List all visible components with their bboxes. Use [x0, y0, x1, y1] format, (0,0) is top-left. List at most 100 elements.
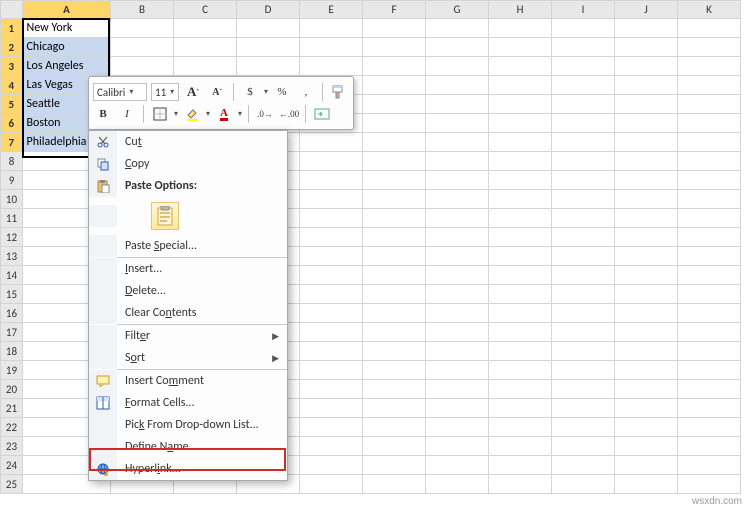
cell-J11[interactable]	[615, 209, 678, 228]
row-header-6[interactable]: 6	[1, 114, 23, 133]
bold-button[interactable]: B	[93, 105, 113, 123]
cell-G25[interactable]	[426, 475, 489, 494]
row-header-12[interactable]: 12	[1, 228, 23, 247]
cell-H4[interactable]	[489, 76, 552, 95]
cell-I15[interactable]	[552, 285, 615, 304]
cell-J9[interactable]	[615, 171, 678, 190]
cell-K25[interactable]	[678, 475, 741, 494]
font-color-button[interactable]: A	[214, 105, 234, 123]
select-all-corner[interactable]	[1, 1, 23, 19]
col-header-D[interactable]: D	[237, 1, 300, 19]
font-size-select[interactable]: 11▾	[151, 83, 179, 101]
cell-E8[interactable]	[300, 152, 363, 171]
col-header-A[interactable]: A	[23, 1, 111, 19]
menu-paste-default[interactable]	[89, 197, 287, 235]
cell-F24[interactable]	[363, 456, 426, 475]
cell-F3[interactable]	[363, 57, 426, 76]
cell-A2[interactable]: Chicago	[23, 38, 111, 57]
cell-E2[interactable]	[300, 38, 363, 57]
font-family-select[interactable]: Calibri▾	[93, 83, 147, 101]
cell-K23[interactable]	[678, 437, 741, 456]
cell-F22[interactable]	[363, 418, 426, 437]
cell-G19[interactable]	[426, 361, 489, 380]
cell-F19[interactable]	[363, 361, 426, 380]
cell-I6[interactable]	[552, 114, 615, 133]
cell-I24[interactable]	[552, 456, 615, 475]
row-header-21[interactable]: 21	[1, 399, 23, 418]
cell-K19[interactable]	[678, 361, 741, 380]
cell-F5[interactable]	[363, 95, 426, 114]
cell-F10[interactable]	[363, 190, 426, 209]
cell-E19[interactable]	[300, 361, 363, 380]
format-painter-button[interactable]	[329, 83, 349, 101]
cell-G9[interactable]	[426, 171, 489, 190]
cell-I16[interactable]	[552, 304, 615, 323]
row-header-23[interactable]: 23	[1, 437, 23, 456]
cell-F25[interactable]	[363, 475, 426, 494]
cell-J6[interactable]	[615, 114, 678, 133]
cell-J15[interactable]	[615, 285, 678, 304]
cell-H17[interactable]	[489, 323, 552, 342]
cell-D1[interactable]	[237, 19, 300, 38]
cell-D3[interactable]	[237, 57, 300, 76]
cell-J5[interactable]	[615, 95, 678, 114]
col-header-K[interactable]: K	[678, 1, 741, 19]
cell-E17[interactable]	[300, 323, 363, 342]
cell-J14[interactable]	[615, 266, 678, 285]
decrease-decimal-button[interactable]: .0→	[255, 105, 275, 123]
menu-insert[interactable]: Insert...	[89, 258, 287, 280]
cell-E16[interactable]	[300, 304, 363, 323]
cell-E10[interactable]	[300, 190, 363, 209]
row-header-3[interactable]: 3	[1, 57, 23, 76]
row-header-18[interactable]: 18	[1, 342, 23, 361]
cell-I13[interactable]	[552, 247, 615, 266]
cell-H12[interactable]	[489, 228, 552, 247]
cell-J20[interactable]	[615, 380, 678, 399]
cell-G10[interactable]	[426, 190, 489, 209]
currency-button[interactable]: $	[240, 83, 260, 101]
row-header-8[interactable]: 8	[1, 152, 23, 171]
cell-E20[interactable]	[300, 380, 363, 399]
cell-I17[interactable]	[552, 323, 615, 342]
cell-G13[interactable]	[426, 247, 489, 266]
menu-pick-from-list[interactable]: Pick From Drop-down List...	[89, 414, 287, 436]
increase-decimal-button[interactable]: ←.00	[279, 105, 299, 123]
cell-I23[interactable]	[552, 437, 615, 456]
cell-J17[interactable]	[615, 323, 678, 342]
cell-I20[interactable]	[552, 380, 615, 399]
menu-insert-comment[interactable]: Insert Comment	[89, 370, 287, 392]
cell-E9[interactable]	[300, 171, 363, 190]
cell-J25[interactable]	[615, 475, 678, 494]
cell-G8[interactable]	[426, 152, 489, 171]
cell-J4[interactable]	[615, 76, 678, 95]
row-header-17[interactable]: 17	[1, 323, 23, 342]
cell-E12[interactable]	[300, 228, 363, 247]
cell-I12[interactable]	[552, 228, 615, 247]
cell-G6[interactable]	[426, 114, 489, 133]
col-header-F[interactable]: F	[363, 1, 426, 19]
row-header-16[interactable]: 16	[1, 304, 23, 323]
cell-K14[interactable]	[678, 266, 741, 285]
cell-K12[interactable]	[678, 228, 741, 247]
cell-J10[interactable]	[615, 190, 678, 209]
merge-button[interactable]	[312, 105, 332, 123]
cell-G5[interactable]	[426, 95, 489, 114]
cell-K5[interactable]	[678, 95, 741, 114]
cell-K18[interactable]	[678, 342, 741, 361]
fill-color-button[interactable]	[182, 105, 202, 123]
cell-C3[interactable]	[174, 57, 237, 76]
cell-K16[interactable]	[678, 304, 741, 323]
col-header-I[interactable]: I	[552, 1, 615, 19]
cell-K22[interactable]	[678, 418, 741, 437]
cell-K15[interactable]	[678, 285, 741, 304]
cell-G24[interactable]	[426, 456, 489, 475]
row-header-7[interactable]: 7	[1, 133, 23, 152]
cell-F23[interactable]	[363, 437, 426, 456]
cell-H19[interactable]	[489, 361, 552, 380]
cell-I8[interactable]	[552, 152, 615, 171]
cell-E24[interactable]	[300, 456, 363, 475]
cell-F11[interactable]	[363, 209, 426, 228]
row-header-5[interactable]: 5	[1, 95, 23, 114]
row-header-20[interactable]: 20	[1, 380, 23, 399]
cell-H11[interactable]	[489, 209, 552, 228]
